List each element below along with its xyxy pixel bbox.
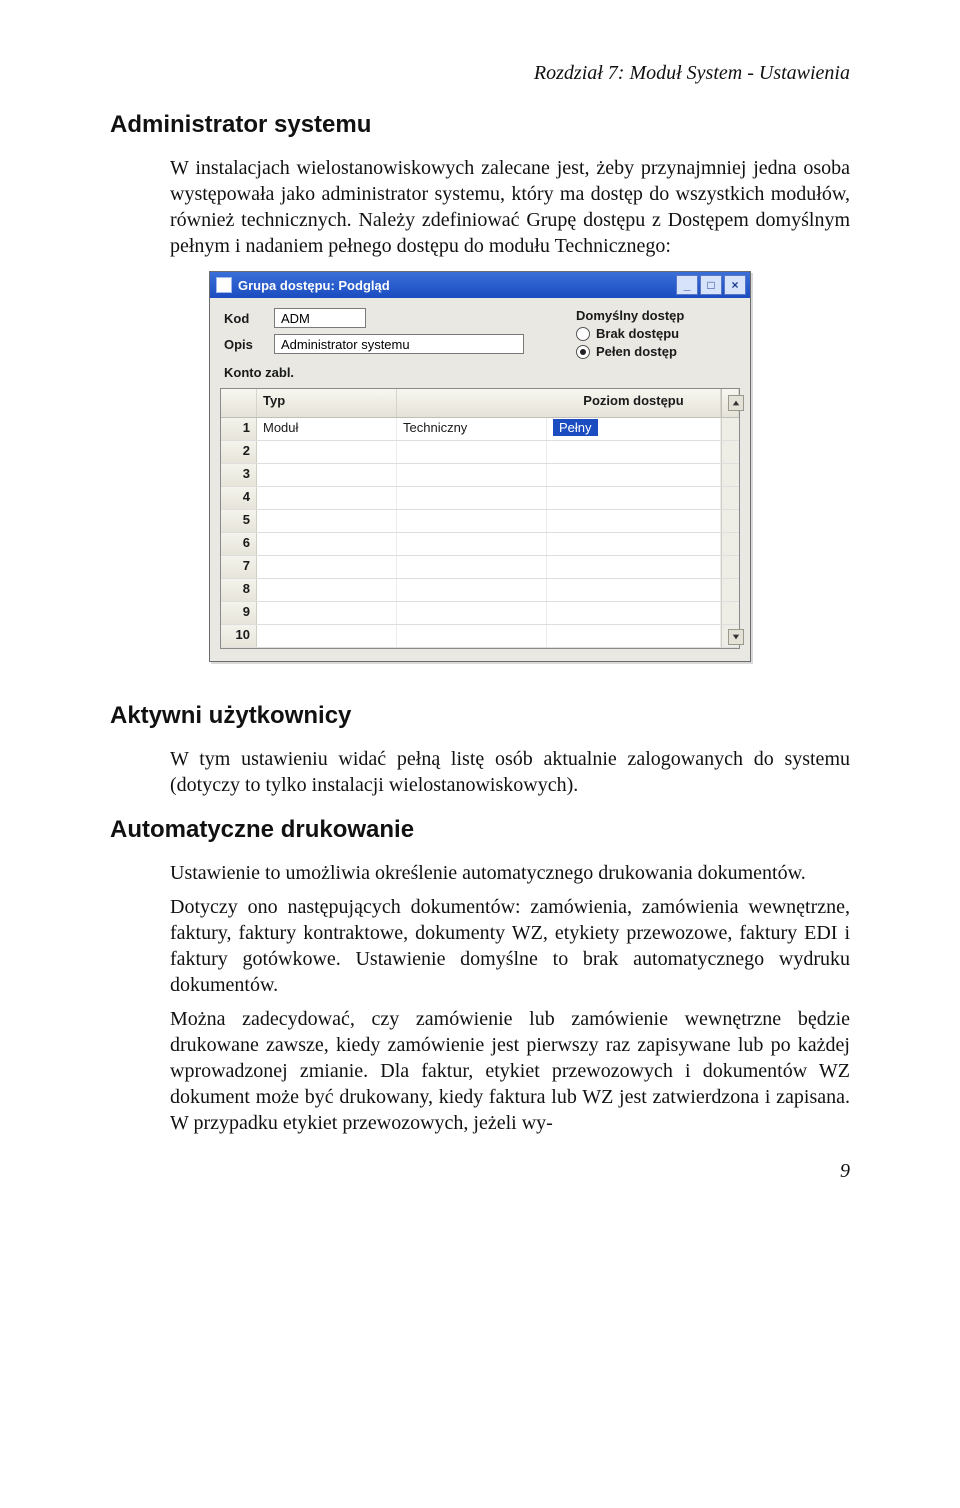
opis-label: Opis (224, 337, 274, 352)
maximize-button[interactable]: □ (700, 275, 722, 295)
scroll-up-button[interactable] (728, 395, 744, 411)
konto-zabl-label: Konto zabl. (224, 365, 736, 380)
kod-input[interactable] (274, 308, 366, 328)
scrollbar-track[interactable] (721, 441, 739, 463)
app-icon (216, 277, 232, 293)
cell-level (547, 464, 721, 486)
radio-full-access[interactable]: Pełen dostęp (576, 343, 736, 361)
row-number: 9 (221, 602, 257, 624)
page-number: 9 (110, 1160, 850, 1183)
table-row[interactable]: 4 (221, 487, 739, 510)
heading-active-users: Aktywni użytkownicy (110, 702, 850, 730)
cell-typ (257, 533, 397, 555)
scrollbar-track[interactable] (721, 533, 739, 555)
cell-level: Pełny (547, 418, 721, 440)
row-number: 6 (221, 533, 257, 555)
cell-level (547, 556, 721, 578)
cell-typ (257, 556, 397, 578)
row-number: 8 (221, 579, 257, 601)
radio-no-access[interactable]: Brak dostępu (576, 325, 736, 343)
para-admin: W instalacjach wielostanowiskowych zalec… (170, 155, 850, 259)
scrollbar-track[interactable] (721, 556, 739, 578)
cell-name (397, 602, 547, 624)
titlebar[interactable]: Grupa dostępu: Podgląd _ □ × (210, 272, 750, 298)
table-row[interactable]: 9 (221, 602, 739, 625)
cell-typ (257, 579, 397, 601)
table-row[interactable]: 1ModułTechnicznyPełny (221, 418, 739, 441)
kod-label: Kod (224, 311, 274, 326)
cell-level (547, 625, 721, 647)
cell-name (397, 441, 547, 463)
cell-level (547, 602, 721, 624)
cell-level (547, 487, 721, 509)
table-row[interactable]: 7 (221, 556, 739, 579)
row-number: 1 (221, 418, 257, 440)
radio-icon (576, 327, 590, 341)
access-group-dialog: Grupa dostępu: Podgląd _ □ × Kod Op (209, 271, 751, 662)
cell-name (397, 625, 547, 647)
cell-name: Techniczny (397, 418, 547, 440)
cell-name (397, 510, 547, 532)
chevron-up-icon (732, 399, 740, 407)
para-active-users: W tym ustawieniu widać pełną listę osób … (170, 746, 850, 798)
grid-header: Typ Poziom dostępu (221, 389, 739, 418)
cell-typ: Moduł (257, 418, 397, 440)
para-print3: Można zadecydować, czy zamówienie lub za… (170, 1006, 850, 1136)
row-number: 7 (221, 556, 257, 578)
table-row[interactable]: 6 (221, 533, 739, 556)
cell-name (397, 533, 547, 555)
minimize-button[interactable]: _ (676, 275, 698, 295)
scrollbar-track[interactable] (721, 579, 739, 601)
row-number: 3 (221, 464, 257, 486)
para-print2: Dotyczy ono następujących dokumentów: za… (170, 894, 850, 998)
default-access-label: Domyślny dostęp (576, 308, 736, 323)
row-number: 2 (221, 441, 257, 463)
radio-icon (576, 345, 590, 359)
chevron-down-icon (732, 633, 740, 641)
cell-name (397, 579, 547, 601)
opis-input[interactable] (274, 334, 524, 354)
cell-level (547, 441, 721, 463)
scrollbar-track[interactable] (721, 510, 739, 532)
cell-name (397, 556, 547, 578)
scrollbar-track[interactable] (721, 625, 739, 647)
cell-name (397, 464, 547, 486)
cell-level (547, 579, 721, 601)
scrollbar-track[interactable] (721, 464, 739, 486)
row-number: 4 (221, 487, 257, 509)
cell-name (397, 487, 547, 509)
col-typ: Typ (257, 389, 397, 417)
table-row[interactable]: 2 (221, 441, 739, 464)
heading-administrator: Administrator systemu (110, 111, 850, 139)
scrollbar-track[interactable] (721, 487, 739, 509)
window-title: Grupa dostępu: Podgląd (238, 278, 676, 293)
close-button[interactable]: × (724, 275, 746, 295)
scrollbar-track[interactable] (721, 418, 739, 440)
cell-typ (257, 602, 397, 624)
chapter-header: Rozdział 7: Moduł System - Ustawienia (110, 62, 850, 85)
scrollbar-track[interactable] (721, 602, 739, 624)
table-row[interactable]: 5 (221, 510, 739, 533)
cell-typ (257, 625, 397, 647)
radio-full-access-label: Pełen dostęp (596, 343, 677, 361)
cell-level (547, 533, 721, 555)
cell-typ (257, 441, 397, 463)
para-print1: Ustawienie to umożliwia określenie autom… (170, 860, 850, 886)
row-number: 5 (221, 510, 257, 532)
col-poziom: Poziom dostępu (547, 389, 721, 417)
table-row[interactable]: 10 (221, 625, 739, 648)
table-row[interactable]: 8 (221, 579, 739, 602)
access-grid[interactable]: Typ Poziom dostępu 1ModułTechnicznyPełny… (220, 388, 740, 649)
heading-auto-print: Automatyczne drukowanie (110, 816, 850, 844)
scroll-down-button[interactable] (728, 629, 744, 645)
cell-typ (257, 464, 397, 486)
table-row[interactable]: 3 (221, 464, 739, 487)
cell-typ (257, 510, 397, 532)
cell-level (547, 510, 721, 532)
cell-typ (257, 487, 397, 509)
row-number: 10 (221, 625, 257, 647)
radio-no-access-label: Brak dostępu (596, 325, 679, 343)
